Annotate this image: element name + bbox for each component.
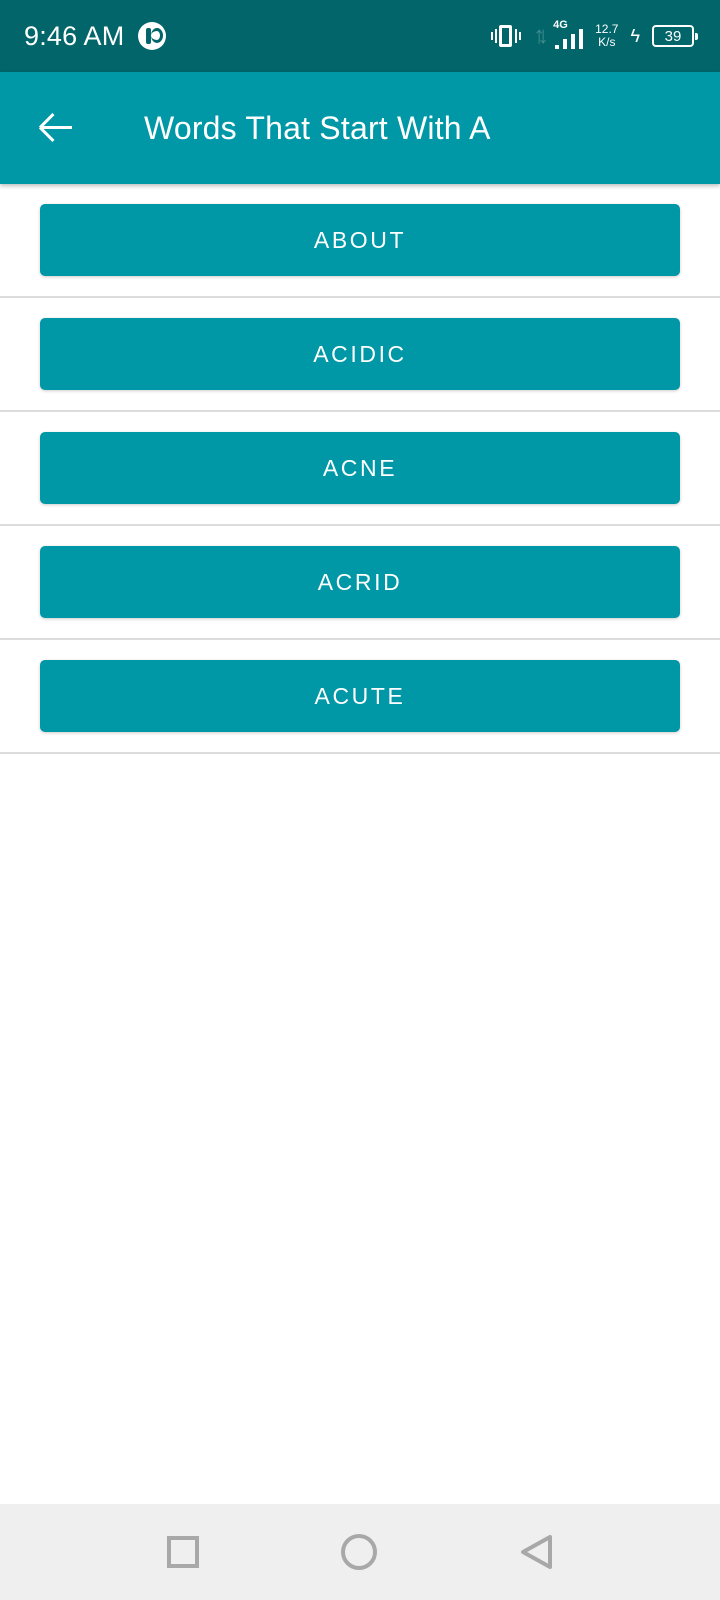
word-button-acidic[interactable]: ACIDIC [40,318,680,390]
charging-icon: ϟ [630,25,640,46]
word-button-acne[interactable]: ACNE [40,432,680,504]
list-item: ACNE [0,412,720,526]
home-circle-icon[interactable] [341,1534,377,1570]
back-button[interactable] [0,72,112,184]
vibrate-icon [491,24,522,48]
screen: 9:46 AM ↑↓ 4G 12.7 K/s ϟ 39 Words That S… [0,0,720,1600]
net-speed: 12.7 K/s [595,23,618,49]
recents-square-icon[interactable] [167,1536,199,1568]
data-transfer-icon: ↑↓ [533,22,549,49]
status-time: 9:46 AM [24,20,125,51]
app-bar: Words That Start With A [0,72,720,184]
arrow-left-icon [38,113,73,143]
navigation-bar [0,1504,720,1600]
network-type: 4G [553,19,568,31]
word-button-about[interactable]: ABOUT [40,204,680,276]
notification-icon [138,22,167,50]
list-item: ACIDIC [0,298,720,412]
battery-level: 39 [664,27,682,45]
battery-icon: 39 [652,25,698,47]
list-item: ACRID [0,526,720,640]
list-item: ABOUT [0,184,720,298]
status-bar: 9:46 AM ↑↓ 4G 12.7 K/s ϟ 39 [0,0,720,72]
word-button-acute[interactable]: ACUTE [40,660,680,732]
status-left: 9:46 AM [24,20,167,52]
back-triangle-icon[interactable] [519,1534,553,1570]
word-list: ABOUT ACIDIC ACNE ACRID ACUTE [0,184,720,754]
signal-icon: 4G [553,19,584,51]
list-item: ACUTE [0,640,720,754]
status-right: ↑↓ 4G 12.7 K/s ϟ 39 [491,19,698,51]
word-button-acrid[interactable]: ACRID [40,546,680,618]
net-speed-unit: K/s [598,35,616,49]
page-title: Words That Start With A [144,109,491,146]
